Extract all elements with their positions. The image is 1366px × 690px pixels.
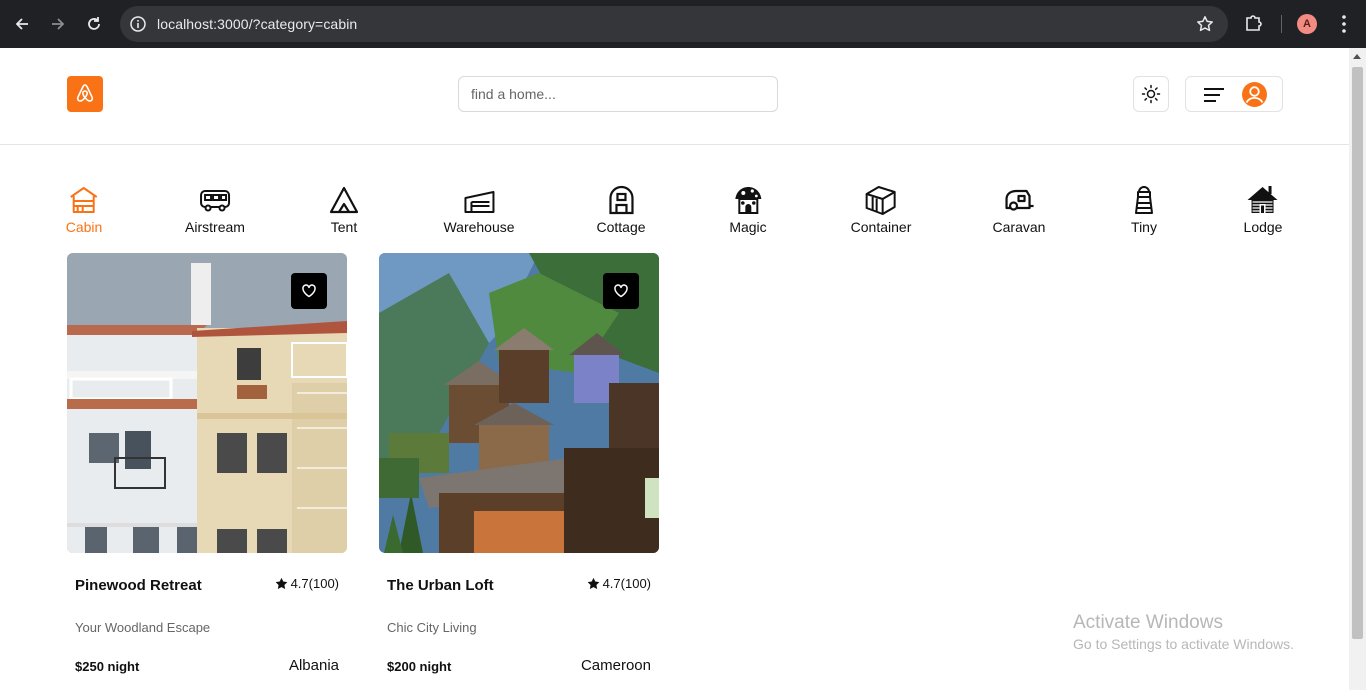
back-arrow-icon [15,18,28,30]
rating-value: 4.7(100) [602,576,651,591]
browser-toolbar: localhost:3000/?category=cabin A [0,0,1366,48]
url-text: localhost:3000/?category=cabin [157,16,358,32]
category-airstream[interactable]: Airstream [185,184,245,235]
tent-icon [328,184,360,216]
favorite-button[interactable] [603,273,639,309]
watermark-title: Activate Windows [1073,612,1223,633]
heart-icon [302,284,316,298]
star-icon [275,577,287,590]
mushroom-house-icon [732,184,764,216]
listing-photo[interactable] [67,253,347,553]
category-warehouse[interactable]: Warehouse [443,184,515,235]
user-menu-button[interactable] [1185,76,1283,112]
listing-rating: 4.7(100) [275,576,339,591]
scrollbar-thumb[interactable] [1352,67,1363,639]
category-cabin[interactable]: Cabin [65,184,103,235]
rating-value: 4.7(100) [290,576,339,591]
airbnb-logo-icon [76,84,94,102]
category-caravan[interactable]: Caravan [992,184,1046,235]
extensions-icon[interactable] [1243,12,1265,34]
favorite-button[interactable] [291,273,327,309]
browser-menu-icon[interactable] [1334,12,1354,36]
lodge-icon [1247,184,1279,216]
back-button[interactable] [10,12,34,36]
reload-button[interactable] [82,12,106,36]
listing-card[interactable]: The Urban Loft 4.7(100) Chic City Living… [379,253,659,674]
category-magic[interactable]: Magic [729,184,767,235]
listing-card[interactable]: Pinewood Retreat 4.7(100) Your Woodland … [67,253,347,674]
menu-lines-icon [1204,88,1224,102]
listing-photo[interactable] [379,253,659,553]
category-label: Cottage [596,219,646,235]
listing-tagline: Chic City Living [387,620,477,635]
listing-price: $250 night [75,659,139,674]
theme-toggle-button[interactable] [1133,76,1169,112]
page-scrollbar[interactable] [1349,48,1366,690]
category-tiny[interactable]: Tiny [1128,184,1160,235]
profile-avatar[interactable]: A [1297,14,1317,34]
price-value: $200 night [387,659,452,674]
listing-name: The Urban Loft [387,577,494,594]
warehouse-icon [463,184,495,216]
category-label: Airstream [185,219,245,235]
address-bar[interactable]: localhost:3000/?category=cabin [120,6,1228,42]
listing-price: $200 night [387,659,451,674]
category-lodge[interactable]: Lodge [1243,184,1283,235]
caravan-icon [1003,184,1035,216]
category-tent[interactable]: Tent [328,184,360,235]
container-icon [865,184,897,216]
lighthouse-icon [1128,184,1160,216]
category-label: Caravan [992,219,1046,235]
category-label: Tiny [1131,219,1157,235]
logo[interactable] [67,76,103,112]
category-label: Lodge [1243,219,1283,235]
price-value: $250 night [75,659,140,674]
category-label: Warehouse [443,219,515,235]
category-label: Magic [729,219,767,235]
app-header [0,48,1349,145]
listing-tagline: Your Woodland Escape [75,620,211,635]
windows-activation-watermark: Activate Windows Go to Settings to activ… [1073,612,1294,652]
listing-country: Cameroon [580,657,651,674]
listing-rating: 4.7(100) [587,576,651,591]
listing-country: Albania [288,657,339,674]
site-info-icon[interactable] [129,15,147,33]
star-icon [587,577,599,590]
category-bar: Cabin Airstream Tent Warehouse Cottage M… [0,184,1349,240]
category-container[interactable]: Container [850,184,912,235]
watermark-subtitle: Go to Settings to activate Windows. [1073,636,1294,652]
listing-name: Pinewood Retreat [75,577,202,594]
forward-arrow-icon [52,18,65,30]
user-avatar-icon [1242,82,1267,107]
cottage-icon [605,184,637,216]
forward-button[interactable] [46,12,70,36]
heart-icon [614,284,628,298]
sun-icon [1141,84,1161,104]
reload-icon [88,17,100,30]
search-input[interactable] [458,76,778,112]
bus-icon [199,184,231,216]
cabin-icon [68,184,100,216]
category-label: Tent [330,219,358,235]
bookmark-star-icon[interactable] [1196,15,1214,33]
scroll-up-arrow-icon[interactable] [1353,54,1361,59]
category-label: Container [850,219,912,235]
toolbar-separator [1281,15,1282,33]
category-cottage[interactable]: Cottage [596,184,646,235]
category-label: Cabin [65,219,103,235]
